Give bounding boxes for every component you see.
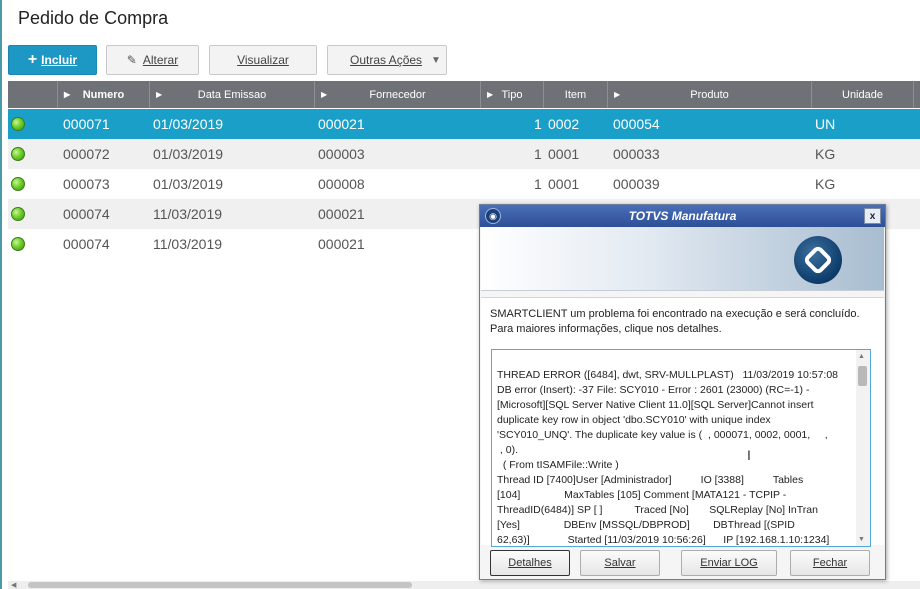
error-message: SMARTCLIENT um problema foi encontrado n…: [490, 307, 870, 337]
status-green-icon: [11, 207, 25, 221]
alterar-label: Alterar: [142, 53, 179, 67]
cell-item: 0001: [548, 146, 580, 162]
cell-numero: 000071: [63, 116, 110, 132]
text-cursor-icon: I: [747, 447, 751, 463]
error-message-line1: SMARTCLIENT um problema foi encontrado n…: [490, 308, 860, 320]
cell-fornecedor: 000021: [318, 236, 365, 252]
table-row[interactable]: 000071 01/03/2019 000021 1 0002 000054 U…: [8, 109, 920, 139]
scroll-down-icon[interactable]: ▼: [858, 536, 865, 543]
cell-unidade: KG: [815, 146, 836, 162]
outras-acoes-button[interactable]: Outras Ações ▼: [327, 45, 447, 75]
sort-arrow-icon: ▶: [321, 90, 328, 99]
cell-numero: 000074: [63, 236, 110, 252]
error-log-text: THREAD ERROR ([6484], dwt, SRV-MULLPLAST…: [497, 369, 839, 546]
header-produto[interactable]: ▶ Produto: [608, 81, 812, 108]
scrollbar-thumb[interactable]: [28, 582, 412, 588]
cell-unidade: KG: [815, 176, 836, 192]
cell-tipo: 1: [534, 176, 542, 192]
header-status[interactable]: [8, 81, 58, 108]
page-title: Pedido de Compra: [18, 8, 169, 28]
header-fornecedor-label: Fornecedor: [369, 88, 426, 101]
close-icon[interactable]: x: [864, 208, 881, 224]
cell-numero: 000072: [63, 146, 110, 162]
cell-tipo: 1: [534, 146, 542, 162]
dialog-footer: Detalhes Salvar Enviar LOG Fechar: [481, 547, 884, 579]
grid-header: ▶ Numero ▶ Data Emissao ▶ Fornecedor ▶ T…: [8, 81, 920, 108]
cell-produto: 000039: [613, 176, 660, 192]
dialog-title: TOTVS Manufatura: [628, 209, 737, 223]
cell-fornecedor: 000021: [318, 116, 365, 132]
table-row[interactable]: 000073 01/03/2019 000008 1 0001 000039 K…: [8, 169, 920, 199]
cell-produto: 000033: [613, 146, 660, 162]
cell-unidade: UN: [815, 116, 836, 132]
cell-fornecedor: 000003: [318, 146, 365, 162]
dialog-body: SMARTCLIENT um problema foi encontrado n…: [481, 297, 884, 547]
totvs-logo-mark: [802, 244, 834, 276]
cell-numero: 000073: [63, 176, 110, 192]
header-data-emissao[interactable]: ▶ Data Emissao: [150, 81, 315, 108]
status-green-icon: [11, 117, 25, 131]
enviar-log-button[interactable]: Enviar LOG: [681, 550, 777, 576]
horizontal-scrollbar[interactable]: ◀: [8, 581, 920, 589]
cell-data: 01/03/2019: [153, 146, 224, 162]
sort-arrow-icon: ▶: [614, 90, 621, 99]
cell-item: 0001: [548, 176, 580, 192]
error-message-line2: Para maiores informações, clique nos det…: [490, 323, 722, 335]
sort-arrow-icon: ▶: [487, 90, 494, 99]
header-tipo-label: Tipo: [501, 88, 523, 101]
cell-data: 01/03/2019: [153, 176, 224, 192]
totvs-logo-icon: [794, 236, 842, 284]
visualizar-label: Visualizar: [237, 53, 289, 67]
sort-arrow-icon: ▶: [156, 90, 163, 99]
cell-data: 01/03/2019: [153, 116, 224, 132]
fechar-button[interactable]: Fechar: [790, 550, 870, 576]
header-data-label: Data Emissao: [197, 88, 267, 101]
salvar-button[interactable]: Salvar: [580, 550, 660, 576]
outras-acoes-label: Outras Ações: [350, 53, 423, 67]
scroll-up-icon[interactable]: ▲: [858, 353, 865, 360]
cell-data: 11/03/2019: [153, 236, 223, 252]
dialog-titlebar[interactable]: ◉ TOTVS Manufatura x: [480, 205, 885, 227]
header-item-label: Item: [564, 88, 587, 101]
sort-arrow-icon: ▶: [64, 90, 71, 99]
cell-fornecedor: 000021: [318, 206, 365, 222]
scroll-left-icon[interactable]: ◀: [11, 581, 16, 589]
status-green-icon: [11, 237, 25, 251]
header-produto-label: Produto: [690, 88, 729, 101]
detalhes-button[interactable]: Detalhes: [490, 550, 570, 576]
left-edge-accent: [0, 0, 2, 589]
header-unidade[interactable]: Unidade: [812, 81, 914, 108]
header-tipo[interactable]: ▶ Tipo: [481, 81, 544, 108]
error-dialog: ◉ TOTVS Manufatura x SMARTCLIENT um prob…: [479, 204, 886, 580]
header-fornecedor[interactable]: ▶ Fornecedor: [315, 81, 481, 108]
cell-tipo: 1: [534, 116, 542, 132]
chevron-down-icon[interactable]: ▼: [426, 46, 446, 74]
vertical-scrollbar[interactable]: ▲ ▼: [856, 350, 870, 546]
plus-icon: +: [27, 51, 38, 68]
visualizar-button[interactable]: Visualizar: [209, 45, 317, 75]
incluir-button[interactable]: + Incluir: [8, 45, 97, 75]
table-row[interactable]: 000072 01/03/2019 000003 1 0001 000033 K…: [8, 139, 920, 169]
cell-produto: 000054: [613, 116, 660, 132]
status-green-icon: [11, 147, 25, 161]
header-numero[interactable]: ▶ Numero: [58, 81, 150, 108]
cell-item: 0002: [548, 116, 580, 132]
header-unidade-label: Unidade: [842, 88, 883, 101]
cell-data: 11/03/2019: [153, 206, 223, 222]
cell-fornecedor: 000008: [318, 176, 365, 192]
scrollbar-thumb[interactable]: [858, 366, 867, 386]
alterar-button[interactable]: ✎ Alterar: [106, 45, 199, 75]
status-green-icon: [11, 177, 25, 191]
incluir-label: Incluir: [41, 53, 78, 67]
dialog-banner: [481, 227, 884, 291]
header-numero-label: Numero: [82, 88, 125, 101]
cell-numero: 000074: [63, 206, 110, 222]
pencil-icon: ✎: [126, 53, 137, 67]
error-log-textarea[interactable]: THREAD ERROR ([6484], dwt, SRV-MULLPLAST…: [491, 349, 871, 547]
header-item[interactable]: Item: [544, 81, 608, 108]
